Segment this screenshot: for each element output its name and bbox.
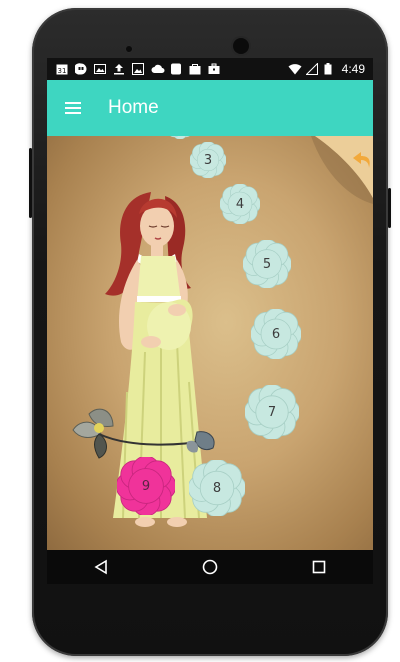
page-title: Home bbox=[108, 97, 159, 118]
step-flower-5[interactable]: 5 bbox=[243, 240, 291, 288]
front-camera bbox=[233, 38, 249, 54]
status-bar: 31 4:49 bbox=[47, 58, 373, 80]
app-bar: Home bbox=[47, 80, 373, 136]
navigation-bar bbox=[47, 550, 373, 584]
step-number: 8 bbox=[212, 480, 222, 496]
step-number: 5 bbox=[262, 256, 272, 272]
briefcase-icon bbox=[208, 63, 220, 75]
hangouts-icon bbox=[73, 63, 87, 75]
back-arrow-icon[interactable] bbox=[311, 136, 373, 204]
hamburger-menu-icon[interactable] bbox=[59, 94, 87, 122]
flower-icon bbox=[170, 136, 190, 139]
storage-icon bbox=[170, 63, 182, 75]
step-flower-7[interactable]: 7 bbox=[245, 385, 299, 439]
calendar-badge: 31 bbox=[58, 67, 67, 75]
recents-icon[interactable] bbox=[306, 554, 332, 580]
photo-icon bbox=[94, 63, 106, 75]
upload-icon bbox=[113, 63, 125, 75]
main-content: 123456789 bbox=[47, 136, 373, 550]
power-button bbox=[388, 188, 391, 228]
cloud-icon bbox=[151, 63, 165, 75]
step-flower-8[interactable]: 8 bbox=[189, 460, 245, 516]
step-number: 4 bbox=[235, 196, 245, 212]
volume-button bbox=[29, 148, 32, 218]
calendar-icon: 31 bbox=[56, 63, 68, 75]
sensor-dot bbox=[126, 46, 132, 52]
step-flower-2[interactable]: 2 bbox=[165, 136, 195, 139]
step-number: 3 bbox=[203, 152, 213, 168]
bag-icon bbox=[189, 63, 201, 75]
battery-icon bbox=[324, 63, 336, 75]
step-flower-3[interactable]: 3 bbox=[190, 142, 226, 178]
signal-icon bbox=[304, 62, 318, 75]
home-icon[interactable] bbox=[197, 554, 223, 580]
back-icon[interactable] bbox=[88, 554, 114, 580]
step-number: 6 bbox=[271, 326, 281, 342]
screen: 31 4:49 Home 3 4 5 6 7 8 9 bbox=[47, 58, 373, 550]
image-icon bbox=[132, 63, 144, 75]
step-flower-9[interactable]: 9 bbox=[117, 457, 175, 515]
status-time: 4:49 bbox=[341, 62, 365, 76]
step-number: 9 bbox=[141, 478, 151, 494]
step-flower-4[interactable]: 4 bbox=[220, 184, 260, 224]
wifi-icon bbox=[288, 63, 302, 75]
step-number: 7 bbox=[267, 404, 277, 420]
step-flower-6[interactable]: 6 bbox=[251, 309, 301, 359]
